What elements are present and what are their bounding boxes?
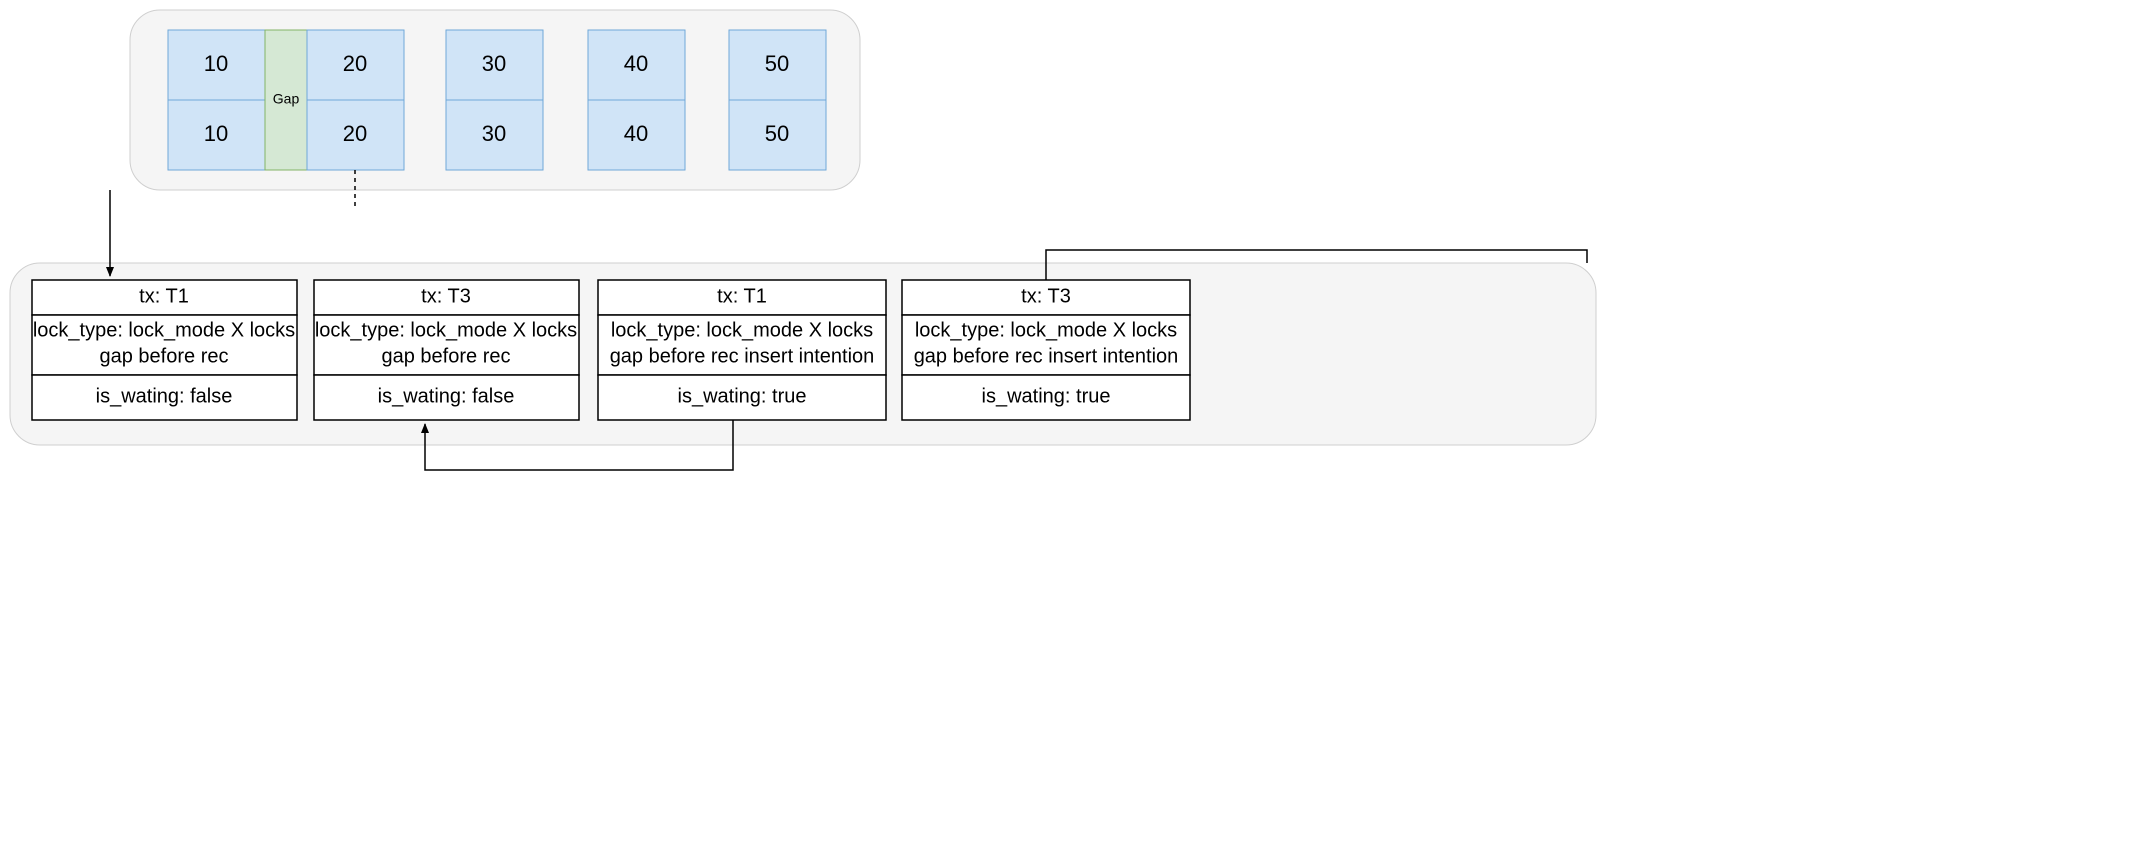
index-col-30: 30 30 <box>446 30 543 170</box>
lock-tx: tx: T1 <box>139 285 189 307</box>
lock-box-1: tx: T1 lock_type: lock_mode X locks gap … <box>32 280 297 420</box>
lock-box-4: tx: T3 lock_type: lock_mode X locks gap … <box>902 280 1190 420</box>
lock-is-waiting: is_wating: false <box>96 385 233 407</box>
gap-cell: Gap <box>265 30 307 170</box>
lock-tx: tx: T1 <box>717 285 767 307</box>
lock-tx: tx: T3 <box>421 285 471 307</box>
cell-value: 30 <box>482 121 506 146</box>
lock-box-2: tx: T3 lock_type: lock_mode X locks gap … <box>314 280 579 420</box>
cell-value: 40 <box>624 121 648 146</box>
lock-type-line1: lock_type: lock_mode X locks <box>915 319 1177 341</box>
index-col-40: 40 40 <box>588 30 685 170</box>
lock-tx: tx: T3 <box>1021 285 1071 307</box>
lock-type-line2: gap before rec insert intention <box>610 345 875 367</box>
lock-type-line1: lock_type: lock_mode X locks <box>611 319 873 341</box>
index-col-50: 50 50 <box>729 30 826 170</box>
lock-box-3: tx: T1 lock_type: lock_mode X locks gap … <box>598 280 886 420</box>
index-col-20: 20 20 <box>307 30 404 170</box>
lock-is-waiting: is_wating: false <box>378 385 515 407</box>
cell-value: 20 <box>343 51 367 76</box>
cell-value: 50 <box>765 121 789 146</box>
lock-type-line1: lock_type: lock_mode X locks <box>33 319 295 341</box>
lock-is-waiting: is_wating: true <box>982 385 1111 407</box>
cell-value: 30 <box>482 51 506 76</box>
cell-value: 10 <box>204 51 228 76</box>
cell-value: 50 <box>765 51 789 76</box>
lock-type-line2: gap before rec <box>100 345 229 367</box>
lock-is-waiting: is_wating: true <box>678 385 807 407</box>
lock-type-line2: gap before rec insert intention <box>914 345 1179 367</box>
cell-value: 20 <box>343 121 367 146</box>
index-col-10: 10 10 <box>168 30 265 170</box>
cell-value: 40 <box>624 51 648 76</box>
gap-label: Gap <box>273 91 300 107</box>
lock-type-line1: lock_type: lock_mode X locks <box>315 319 577 341</box>
cell-value: 10 <box>204 121 228 146</box>
lock-type-line2: gap before rec <box>382 345 511 367</box>
